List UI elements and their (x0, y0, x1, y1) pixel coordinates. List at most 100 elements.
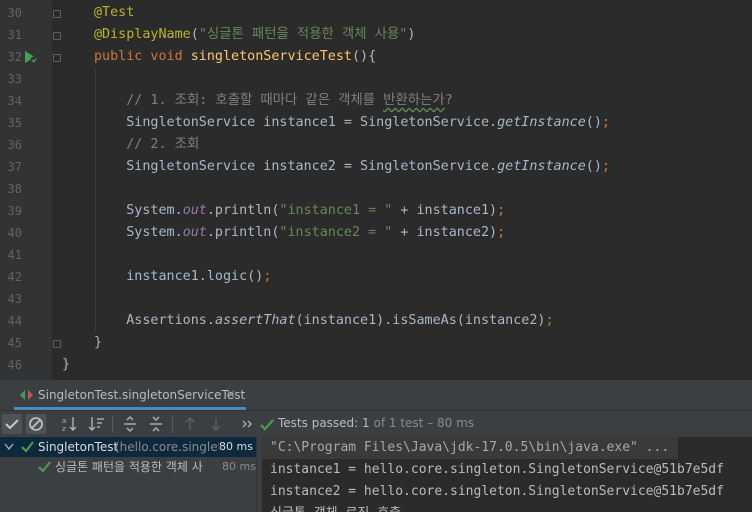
code-token: out (182, 225, 207, 240)
line-number: 37 (7, 160, 22, 174)
line-number: 39 (7, 204, 22, 218)
code-line[interactable]: System.out.println("instance1 = " + inst… (94, 200, 505, 222)
line-number: 36 (7, 138, 22, 152)
check-icon (21, 441, 34, 453)
code-line[interactable]: } (62, 354, 70, 376)
console-line-command: "C:\Program Files\Java\jdk-17.0.5\bin\ja… (270, 440, 670, 455)
check-icon (38, 461, 51, 473)
sort-alphabetically-button[interactable]: az (60, 414, 80, 434)
code-token: ) (407, 27, 416, 42)
code-token: "instance2 = " (279, 225, 393, 240)
tree-child-name: 싱글톤 패턴을 적용한 객체 사 (55, 460, 203, 474)
console-line: 싱글톤 객체 로직 호출 (270, 503, 401, 512)
line-number: 33 (7, 72, 22, 86)
tree-root-time: 80 ms (219, 437, 256, 457)
status-passed-count: 1 (362, 416, 370, 430)
code-token: SingletonService instance2 = SingletonSe… (94, 159, 498, 174)
code-token: + instance1) (392, 203, 498, 218)
code-token: out (182, 203, 207, 218)
code-editor[interactable]: 30 31 32 33 34 35 36 37 38 39 40 41 42 43 44 45 46 @Test… (0, 0, 752, 380)
sort-duration-icon (88, 417, 104, 431)
line-number: 34 (7, 94, 22, 108)
check-icon (5, 419, 19, 430)
arrow-up-icon (185, 417, 195, 430)
code-token: ; (497, 225, 506, 240)
code-line[interactable]: Assertions.assertThat(instance1).isSameA… (94, 310, 553, 332)
code-line[interactable]: // 2. 조회 (94, 134, 199, 156)
code-token: (instance1).isSameAs(instance2) (295, 313, 546, 328)
fold-marker-icon[interactable] (53, 32, 61, 40)
collapse-all-button[interactable] (146, 414, 166, 434)
test-results-tree[interactable]: SingletonTest (hello.core.singletor 80 m… (0, 437, 256, 512)
collapse-all-icon (150, 416, 162, 432)
code-line[interactable]: public void singletonServiceTest(){ (94, 46, 376, 68)
code-token: ( (190, 27, 199, 42)
code-token: System. (94, 225, 183, 240)
code-line[interactable]: @DisplayName("싱글톤 패턴을 적용한 객체 사용") (94, 24, 415, 46)
line-number: 41 (7, 248, 22, 262)
code-line[interactable]: instance1.logic(); (94, 266, 271, 288)
code-token: // 2. 조회 (94, 137, 200, 152)
next-failed-button[interactable] (206, 414, 226, 434)
line-number: 44 (7, 314, 22, 328)
double-chevron-right-icon (242, 420, 252, 428)
more-actions-button[interactable] (238, 414, 258, 434)
code-token: singletonServiceTest (190, 49, 352, 64)
code-token: ? (444, 93, 453, 108)
code-token: @DisplayName (94, 27, 191, 42)
run-tab-label: SingletonTest.singletonServiceTest (38, 388, 246, 402)
code-line[interactable]: } (94, 332, 102, 354)
console-line: instance1 = hello.core.singleton.Singlet… (270, 462, 724, 477)
run-tab-bar: SingletonTest.singletonServiceTest × (0, 380, 752, 411)
close-icon[interactable]: × (226, 387, 236, 401)
show-ignored-button[interactable] (26, 414, 46, 434)
svg-text:z: z (62, 425, 66, 433)
console-line: instance2 = hello.core.singleton.Singlet… (270, 484, 724, 499)
code-token: SingletonService instance1 = SingletonSe… (94, 115, 498, 130)
code-token: "싱글톤 패턴을 적용한 객체 사용" (198, 27, 408, 42)
code-token: getInstance (497, 115, 586, 130)
check-icon (260, 419, 274, 431)
show-passed-button[interactable] (2, 414, 22, 434)
run-config-tab[interactable]: SingletonTest.singletonServiceTest × (14, 380, 246, 410)
code-line[interactable]: // 1. 조회: 호출할 때마다 같은 객체를 반환하는가? (94, 90, 453, 112)
code-token: (){ (352, 49, 377, 64)
fold-marker-icon[interactable] (53, 54, 61, 62)
code-line[interactable]: SingletonService instance1 = SingletonSe… (94, 112, 610, 134)
code-token: ; (601, 159, 610, 174)
editor-gutter[interactable]: 30 31 32 33 34 35 36 37 38 39 40 41 42 43 44 45 46 (0, 0, 61, 380)
code-token: ; (263, 269, 272, 284)
tree-root-package: (hello.core.singletor (115, 440, 235, 454)
line-number: 43 (7, 292, 22, 306)
code-token: public void (94, 49, 191, 64)
run-test-gutter-icon[interactable] (24, 50, 38, 64)
line-number: 32 (7, 50, 22, 64)
code-token: + instance2) (392, 225, 498, 240)
expand-all-button[interactable] (120, 414, 140, 434)
code-token: // 1. 조회: 호출할 때마다 같은 객체를 (94, 93, 384, 108)
tree-child-time: 80 ms (222, 460, 256, 473)
tree-row-root[interactable]: SingletonTest (hello.core.singletor 80 m… (0, 437, 256, 457)
line-number: 45 (7, 336, 22, 350)
fold-marker-icon[interactable] (53, 10, 61, 18)
tree-row-child[interactable]: 싱글톤 패턴을 적용한 객체 사 80 ms (0, 457, 256, 477)
ignored-icon (29, 417, 43, 431)
code-line[interactable]: System.out.println("instance2 = " + inst… (94, 222, 505, 244)
expand-all-icon (124, 416, 136, 432)
line-number: 42 (7, 270, 22, 284)
run-toolbar: az Tests passed: 1 of 1 test – 80 ms (0, 411, 752, 437)
previous-failed-button[interactable] (180, 414, 200, 434)
line-number: 31 (7, 28, 22, 42)
code-token: .println( (206, 203, 280, 218)
code-token: Assertions. (94, 313, 215, 328)
status-prefix: Tests passed: (278, 416, 363, 430)
sort-by-duration-button[interactable] (86, 414, 106, 434)
console-output[interactable]: "C:\Program Files\Java\jdk-17.0.5\bin\ja… (262, 437, 752, 512)
code-line[interactable]: @Test (94, 2, 134, 24)
line-number: 38 (7, 182, 22, 196)
chevron-down-icon[interactable] (4, 443, 14, 451)
code-token: .println( (206, 225, 280, 240)
fold-marker-icon[interactable] (53, 340, 61, 348)
tree-root-name: SingletonTest (38, 440, 119, 454)
code-line[interactable]: SingletonService instance2 = SingletonSe… (94, 156, 610, 178)
